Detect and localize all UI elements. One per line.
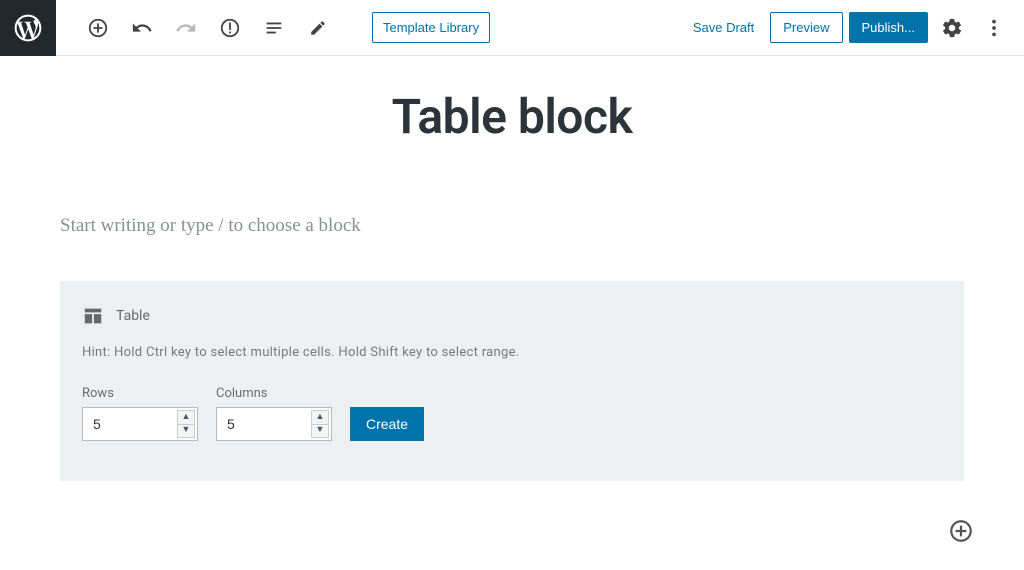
pencil-icon — [309, 19, 327, 37]
toolbar-right-group: Save Draft Preview Publish... — [683, 10, 1024, 46]
rows-label: Rows — [82, 386, 198, 401]
redo-button[interactable] — [168, 10, 204, 46]
plus-circle-icon — [948, 518, 974, 544]
canvas-inner: Table block Start writing or type / to c… — [0, 88, 1024, 561]
editor-canvas[interactable]: Table block Start writing or type / to c… — [0, 56, 1024, 570]
gear-icon — [941, 17, 963, 39]
more-options-button[interactable] — [976, 10, 1012, 46]
add-block-fab[interactable] — [946, 516, 976, 546]
page-title[interactable]: Table block — [60, 88, 964, 145]
rows-field: Rows ▲ ▼ — [82, 386, 198, 441]
wordpress-icon — [12, 12, 44, 44]
add-block-button[interactable] — [80, 10, 116, 46]
table-icon — [82, 305, 104, 327]
undo-icon — [131, 17, 153, 39]
settings-button[interactable] — [934, 10, 970, 46]
toolbar-left-group: Template Library — [56, 10, 490, 46]
table-block-hint: Hint: Hold Ctrl key to select multiple c… — [82, 345, 942, 360]
template-library-button[interactable]: Template Library — [372, 12, 490, 43]
table-block-label: Table — [116, 308, 150, 324]
columns-label: Columns — [216, 386, 332, 401]
default-block-placeholder[interactable]: Start writing or type / to choose a bloc… — [60, 215, 964, 237]
redo-icon — [175, 17, 197, 39]
plus-circle-icon — [87, 17, 109, 39]
undo-button[interactable] — [124, 10, 160, 46]
table-form-row: Rows ▲ ▼ Columns ▲ — [82, 386, 942, 441]
create-table-button[interactable]: Create — [350, 407, 424, 441]
editor-top-toolbar: Template Library Save Draft Preview Publ… — [0, 0, 1024, 56]
columns-spinner: ▲ ▼ — [311, 410, 329, 438]
columns-step-down[interactable]: ▼ — [311, 425, 329, 439]
columns-step-up[interactable]: ▲ — [311, 410, 329, 425]
table-block-header: Table — [82, 305, 942, 327]
info-button[interactable] — [212, 10, 248, 46]
columns-field: Columns ▲ ▼ — [216, 386, 332, 441]
more-vertical-icon — [983, 17, 1005, 39]
wordpress-logo[interactable] — [0, 0, 56, 56]
outline-button[interactable] — [256, 10, 292, 46]
info-circle-icon — [219, 17, 241, 39]
list-icon — [263, 17, 285, 39]
rows-step-up[interactable]: ▲ — [177, 410, 195, 425]
save-draft-button[interactable]: Save Draft — [683, 12, 764, 43]
rows-step-down[interactable]: ▼ — [177, 425, 195, 439]
publish-button[interactable]: Publish... — [849, 12, 928, 43]
rows-spinner: ▲ ▼ — [177, 410, 195, 438]
table-block-placeholder: Table Hint: Hold Ctrl key to select mult… — [60, 281, 964, 481]
preview-button[interactable]: Preview — [770, 12, 842, 43]
edit-mode-button[interactable] — [300, 10, 336, 46]
